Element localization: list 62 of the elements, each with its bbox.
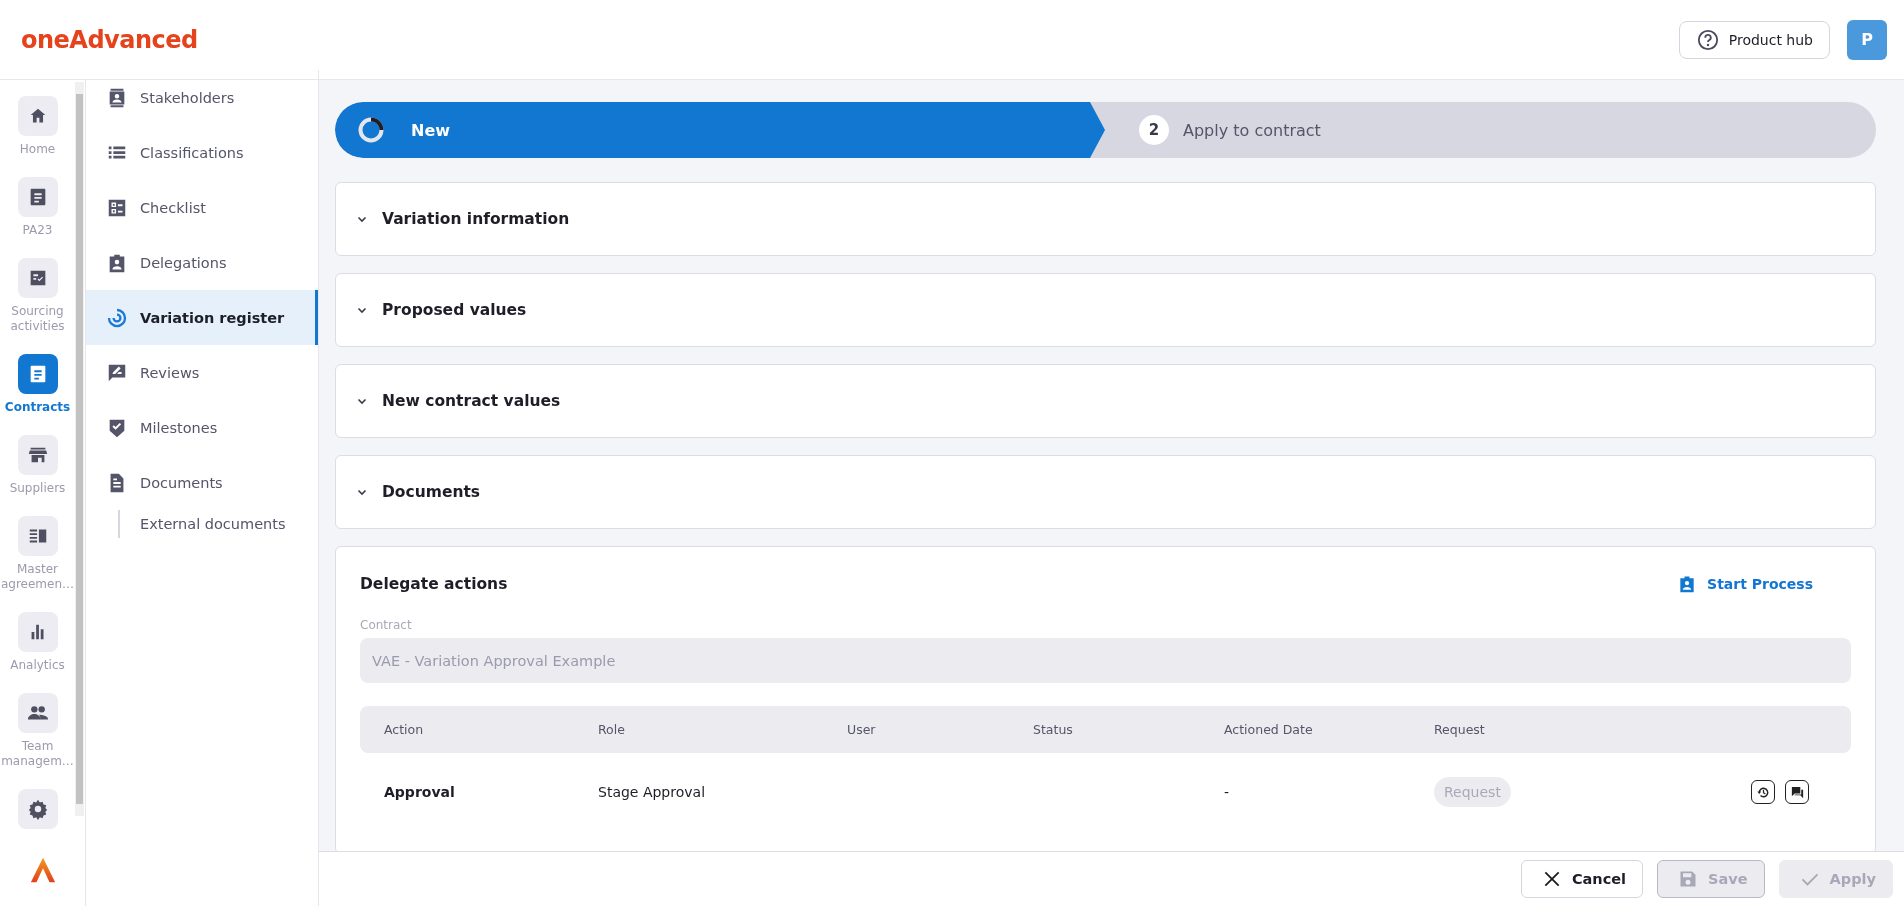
- nav-item-label: Variation register: [140, 309, 285, 326]
- nav-item[interactable]: Stakeholders: [86, 70, 318, 125]
- save-icon: [1678, 869, 1699, 889]
- step-label: New: [411, 120, 451, 140]
- nav-button[interactable]: [17, 354, 58, 394]
- column-header: Status: [1033, 722, 1074, 737]
- nav-button[interactable]: [17, 789, 58, 829]
- section-title: Proposed values: [382, 301, 527, 319]
- table-cell-text: -: [1224, 784, 1231, 800]
- column-header: Actioned Date: [1224, 722, 1314, 737]
- nav-item-label: Reviews: [140, 364, 200, 381]
- section-title: New contract values: [382, 392, 561, 410]
- accordion-header[interactable]: Variation information: [335, 182, 1876, 256]
- target-icon: [106, 306, 128, 329]
- nav-item-label: Delegations: [140, 254, 227, 271]
- history-button[interactable]: [1751, 780, 1775, 804]
- start-process-link[interactable]: Start Process: [1677, 573, 1813, 595]
- nav-item[interactable]: Reviews: [86, 345, 318, 400]
- column-header: Action: [384, 722, 425, 737]
- nav-button[interactable]: [17, 516, 58, 556]
- nav-item[interactable]: Milestones: [86, 400, 318, 455]
- table-cell-text: Stage Approval: [598, 784, 707, 800]
- scrollbar[interactable]: [75, 82, 84, 816]
- column-header: User: [847, 722, 877, 737]
- field-label: Contract: [360, 618, 413, 632]
- nav-item-label: Milestones: [140, 419, 218, 436]
- logo[interactable]: oneAdvanced: [21, 25, 198, 54]
- nav-item[interactable]: Classifications: [86, 125, 318, 180]
- product-hub-button[interactable]: Product hub: [1678, 20, 1830, 59]
- nav-item-label: Documents: [140, 474, 223, 491]
- nav-item[interactable]: Documents: [86, 455, 318, 510]
- column-header: Request: [1434, 722, 1486, 737]
- nav-button[interactable]: [17, 612, 58, 652]
- nav-item[interactable]: Variation register: [86, 290, 318, 345]
- step-label: Apply to contract: [1183, 120, 1321, 140]
- card-title: Delegate actions: [360, 575, 508, 593]
- nav-button[interactable]: [17, 693, 58, 733]
- help-icon: [1696, 28, 1719, 51]
- section-title: Documents: [382, 483, 481, 501]
- comments-icon: [1789, 784, 1805, 800]
- nav-item-label: Checklist: [140, 199, 206, 216]
- nav-item-label: Stakeholders: [140, 89, 235, 106]
- nav-item[interactable]: Checklist: [86, 180, 318, 235]
- section-title: Variation information: [382, 210, 570, 228]
- nav-item[interactable]: Delegations: [86, 235, 318, 290]
- step-number: 2: [1139, 115, 1169, 145]
- cancel-button[interactable]: Cancel: [1520, 860, 1644, 898]
- column-header: Role: [598, 722, 626, 737]
- logo-mark-icon[interactable]: [28, 856, 57, 884]
- accordion-header[interactable]: New contract values: [335, 364, 1876, 438]
- progress-ring-icon: [357, 116, 385, 144]
- nav-label[interactable]: Contracts: [0, 400, 75, 415]
- comments-button[interactable]: [1785, 780, 1809, 804]
- table-cell-text: Approval: [384, 784, 456, 800]
- nav-button[interactable]: [17, 177, 58, 217]
- nav-button[interactable]: [17, 258, 58, 298]
- accordion-header[interactable]: Documents: [335, 455, 1876, 529]
- settings-icon: [26, 798, 49, 820]
- accordion-header[interactable]: Proposed values: [335, 273, 1876, 347]
- nav-item-label: Classifications: [140, 144, 244, 161]
- nav-button[interactable]: [17, 435, 58, 475]
- nav-button[interactable]: [17, 96, 58, 136]
